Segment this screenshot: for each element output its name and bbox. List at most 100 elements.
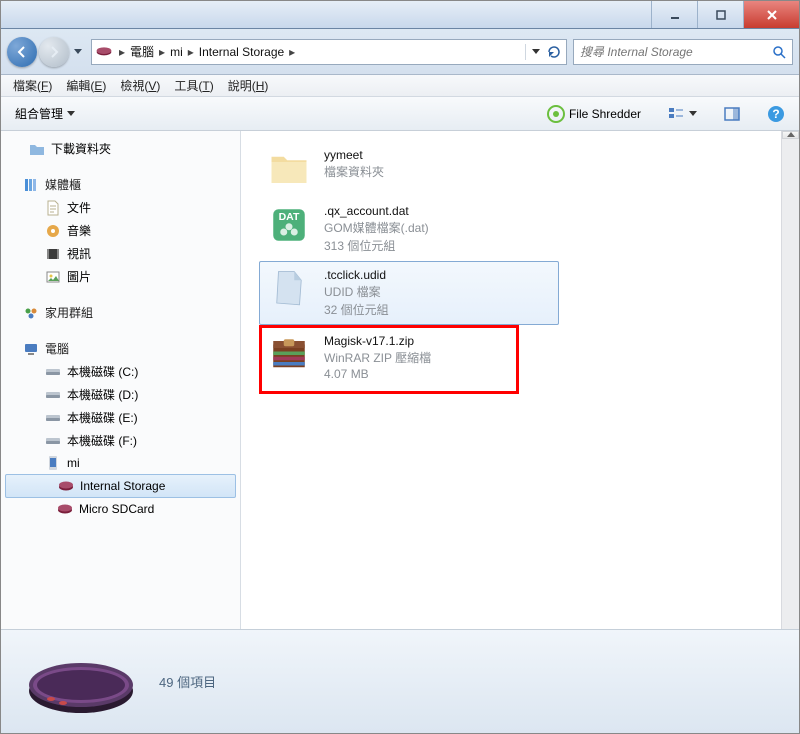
- explorer-window: ▸ 電腦 ▸ mi ▸ Internal Storage ▸ 檔案(F) 編輯(…: [0, 0, 800, 734]
- file-name: yymeet: [324, 148, 384, 162]
- sidebar-item-mi[interactable]: mi: [1, 452, 240, 474]
- file-type: UDID 檔案: [324, 283, 389, 300]
- svg-text:?: ?: [772, 107, 779, 121]
- maximize-button[interactable]: [697, 1, 743, 28]
- file-size: 313 個位元組: [324, 237, 429, 254]
- music-icon: [45, 223, 61, 239]
- minimize-button[interactable]: [651, 1, 697, 28]
- search-icon[interactable]: [772, 45, 786, 59]
- nav-tree: 下載資料夾 媒體櫃 文件 音樂 視訊 圖片: [1, 131, 241, 629]
- item-count: 49 個項目: [159, 672, 216, 691]
- tree-label: 本機磁碟 (C:): [67, 363, 138, 380]
- computer-icon: [23, 341, 39, 357]
- drive-icon: [45, 410, 61, 426]
- tree-label: Micro SDCard: [79, 502, 154, 516]
- picture-icon: [45, 269, 61, 285]
- help-icon: ?: [767, 105, 785, 123]
- tree-label: mi: [67, 456, 80, 470]
- back-button[interactable]: [7, 37, 37, 67]
- tree-label: 音樂: [67, 222, 91, 239]
- chevron-right-icon[interactable]: ▸: [116, 45, 128, 59]
- svg-text:DAT: DAT: [279, 211, 300, 223]
- file-type: 檔案資料夾: [324, 163, 384, 180]
- file-name: .qx_account.dat: [324, 204, 429, 218]
- shredder-icon: [547, 105, 565, 123]
- titlebar: [1, 1, 799, 29]
- breadcrumb-seg[interactable]: mi: [170, 45, 183, 59]
- menu-help[interactable]: 說明(H): [222, 75, 275, 96]
- chevron-down-icon: [67, 111, 75, 117]
- storage-icon: [58, 478, 74, 494]
- sidebar-item-videos[interactable]: 視訊: [1, 242, 240, 265]
- search-box[interactable]: [573, 39, 793, 65]
- sidebar-item-drive-f[interactable]: 本機磁碟 (F:): [1, 429, 240, 452]
- sidebar-item-internal-storage[interactable]: Internal Storage: [5, 474, 236, 498]
- scroll-up-button[interactable]: [782, 131, 799, 139]
- sidebar-item-downloads[interactable]: 下載資料夾: [1, 137, 240, 160]
- tree-label: 電腦: [45, 340, 69, 357]
- drive-icon: [45, 364, 61, 380]
- sidebar-item-documents[interactable]: 文件: [1, 196, 240, 219]
- chevron-right-icon[interactable]: ▸: [156, 45, 168, 59]
- file-size: 4.07 MB: [324, 367, 431, 381]
- sidebar-header-homegroup[interactable]: 家用群組: [1, 298, 240, 324]
- video-icon: [45, 246, 61, 262]
- view-mode-button[interactable]: [661, 101, 703, 127]
- refresh-icon[interactable]: [546, 44, 562, 60]
- file-shredder-label: File Shredder: [569, 107, 641, 121]
- tree-label: 家用群組: [45, 304, 93, 321]
- folder-icon: [29, 141, 45, 157]
- view-icon: [667, 105, 685, 123]
- device-icon: [21, 647, 141, 717]
- sidebar-item-drive-e[interactable]: 本機磁碟 (E:): [1, 406, 240, 429]
- tree-label: 本機磁碟 (E:): [67, 409, 138, 426]
- history-dropdown[interactable]: [71, 43, 85, 61]
- scrollbar[interactable]: [781, 131, 799, 629]
- sidebar-item-drive-c[interactable]: 本機磁碟 (C:): [1, 360, 240, 383]
- tree-label: 本機磁碟 (F:): [67, 432, 137, 449]
- chevron-right-icon[interactable]: ▸: [286, 45, 298, 59]
- details-pane: 49 個項目: [1, 629, 799, 733]
- sidebar-item-pictures[interactable]: 圖片: [1, 265, 240, 288]
- sidebar-item-drive-d[interactable]: 本機磁碟 (D:): [1, 383, 240, 406]
- close-button[interactable]: [743, 1, 799, 28]
- file-item-folder[interactable]: yymeet 檔案資料夾: [259, 141, 559, 197]
- tree-label: 文件: [67, 199, 91, 216]
- file-item-udid[interactable]: .tcclick.udid UDID 檔案 32 個位元組: [259, 261, 559, 325]
- sidebar-header-computer[interactable]: 電腦: [1, 334, 240, 360]
- document-icon: [45, 200, 61, 216]
- menu-view[interactable]: 檢視(V): [114, 75, 166, 96]
- scroll-thumb[interactable]: [782, 139, 799, 629]
- menu-file[interactable]: 檔案(F): [7, 75, 58, 96]
- organize-button[interactable]: 組合管理: [9, 101, 81, 126]
- breadcrumb: ▸ 電腦 ▸ mi ▸ Internal Storage ▸: [116, 43, 521, 60]
- sidebar-header-libraries[interactable]: 媒體櫃: [1, 170, 240, 196]
- address-bar[interactable]: ▸ 電腦 ▸ mi ▸ Internal Storage ▸: [91, 39, 567, 65]
- help-button[interactable]: ?: [761, 101, 791, 127]
- chevron-down-icon: [689, 111, 697, 117]
- menu-edit[interactable]: 編輯(E): [60, 75, 112, 96]
- tree-label: 下載資料夾: [51, 140, 111, 157]
- search-input[interactable]: [580, 45, 772, 59]
- storage-icon: [57, 501, 73, 517]
- file-type: WinRAR ZIP 壓縮檔: [324, 349, 431, 366]
- preview-pane-button[interactable]: [717, 101, 747, 127]
- chevron-right-icon[interactable]: ▸: [185, 45, 197, 59]
- sidebar-item-music[interactable]: 音樂: [1, 219, 240, 242]
- folder-icon: [268, 148, 310, 190]
- nav-row: ▸ 電腦 ▸ mi ▸ Internal Storage ▸: [1, 29, 799, 75]
- file-shredder-button[interactable]: File Shredder: [541, 101, 647, 127]
- tree-label: 圖片: [67, 268, 91, 285]
- file-item-dat[interactable]: DAT .qx_account.dat GOM媒體檔案(.dat) 313 個位…: [259, 197, 559, 261]
- file-icon: [268, 268, 310, 310]
- file-list[interactable]: yymeet 檔案資料夾 DAT .qx_account.dat GOM媒體檔案…: [241, 131, 799, 629]
- preview-icon: [723, 105, 741, 123]
- sidebar-item-micro-sd[interactable]: Micro SDCard: [1, 498, 240, 520]
- menu-tools[interactable]: 工具(T): [168, 75, 219, 96]
- forward-button[interactable]: [39, 37, 69, 67]
- breadcrumb-seg[interactable]: Internal Storage: [199, 45, 284, 59]
- drive-icon: [45, 433, 61, 449]
- breadcrumb-seg[interactable]: 電腦: [130, 43, 154, 60]
- chevron-down-icon[interactable]: [532, 49, 540, 55]
- file-item-zip-highlighted[interactable]: Magisk-v17.1.zip WinRAR ZIP 壓縮檔 4.07 MB: [259, 325, 519, 394]
